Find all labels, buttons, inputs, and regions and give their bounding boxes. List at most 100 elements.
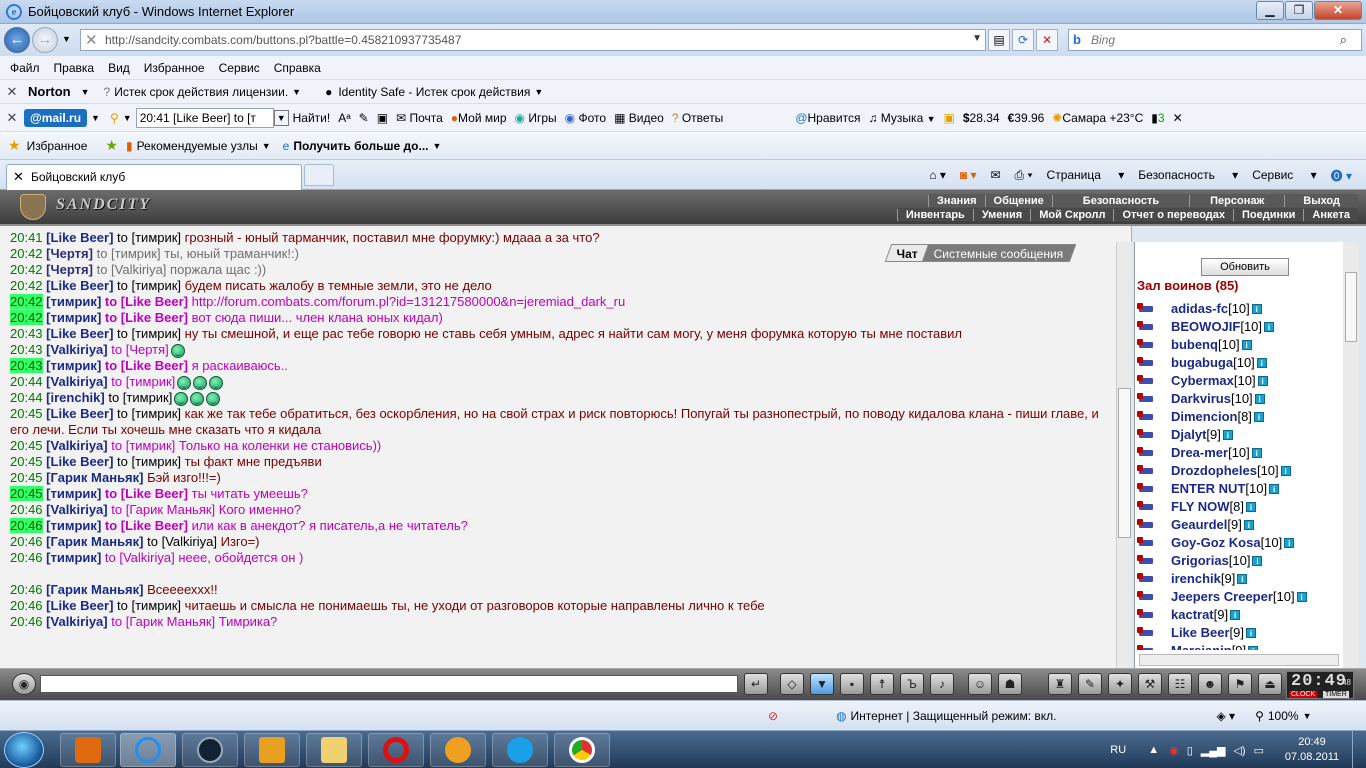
feeds-icon[interactable]: ◙ ▾ <box>960 168 977 182</box>
private-message-icon[interactable] <box>1137 410 1157 424</box>
mailru-logo[interactable]: @mail.ru <box>24 108 88 127</box>
menu-view[interactable]: Вид <box>108 61 130 75</box>
message-nick[interactable]: [Like Beer] <box>46 406 113 421</box>
user-info-icon[interactable]: i <box>1264 322 1275 332</box>
user-name[interactable]: BEOWOJIF <box>1171 318 1240 336</box>
myworld-link[interactable]: ●Мой мир <box>451 111 507 125</box>
user-info-icon[interactable]: i <box>1251 304 1262 314</box>
power-icon[interactable]: ▭ <box>1254 744 1264 757</box>
message-recipient[interactable]: to [тимрик] <box>108 390 172 405</box>
message-nick[interactable]: [тимрик] <box>46 358 101 373</box>
close-toolbar-icon[interactable]: ✕ <box>0 84 24 100</box>
user-info-icon[interactable]: i <box>1246 628 1257 638</box>
user-info-icon[interactable]: i <box>1241 340 1252 350</box>
user-info-icon[interactable]: i <box>1230 610 1241 620</box>
user-info-icon[interactable]: i <box>1237 574 1248 584</box>
mailru-dropdown-icon[interactable]: ▼ <box>91 113 100 123</box>
close-mailbar-right-icon[interactable]: ✕ <box>1173 111 1183 125</box>
private-message-icon[interactable] <box>1137 302 1157 316</box>
identity-dropdown-icon[interactable]: ▼ <box>534 87 543 97</box>
message-nick[interactable]: [Valkiriya] <box>46 342 107 357</box>
menu-edit[interactable]: Правка <box>54 61 95 75</box>
print-icon[interactable]: ⎙ ▾ <box>1015 168 1033 183</box>
user-info-icon[interactable]: i <box>1254 394 1265 404</box>
scroll-icon[interactable]: ✎ <box>1078 673 1102 695</box>
clock-label[interactable]: CLOCK <box>1289 691 1318 698</box>
private-message-icon[interactable] <box>1137 464 1157 478</box>
private-message-icon[interactable] <box>1137 554 1157 568</box>
show-desktop-button[interactable] <box>1352 731 1366 768</box>
menu-help[interactable]: Справка <box>274 61 321 75</box>
message-recipient[interactable]: to [тимрик] <box>97 246 161 261</box>
message-recipient[interactable]: to [тимрик] <box>117 406 181 421</box>
group-icon[interactable]: ☷ <box>1168 673 1192 695</box>
nav-character[interactable]: Персонаж <box>1189 194 1284 207</box>
message-nick[interactable]: [тимрик] <box>46 518 101 533</box>
nav-communication[interactable]: Общение <box>984 194 1052 207</box>
exit-game-icon[interactable]: ⏏ <box>1258 673 1282 695</box>
new-tab-button[interactable] <box>304 164 334 186</box>
user-info-icon[interactable]: i <box>1243 520 1254 530</box>
message-recipient[interactable]: to [Гарик Маньяк] <box>111 614 215 629</box>
message-recipient[interactable]: to [тимрик] <box>117 454 181 469</box>
user-name[interactable]: Jeepers Creeper <box>1171 588 1273 606</box>
photo-link[interactable]: ◉ Фото <box>565 111 606 125</box>
user-info-icon[interactable]: i <box>1284 538 1295 548</box>
identity-safe-message[interactable]: Identity Safe - Истек срок действия <box>338 85 530 99</box>
message-time[interactable]: 20:41 <box>10 230 43 245</box>
message-time[interactable]: 20:43 <box>10 358 43 373</box>
suggested-dropdown-icon[interactable]: ▼ <box>262 141 271 151</box>
user-scroll-thumb[interactable] <box>1345 272 1357 342</box>
taskbar-opera[interactable] <box>368 733 424 767</box>
user-name[interactable]: Djalyt <box>1171 426 1206 444</box>
private-message-icon[interactable] <box>1137 374 1157 388</box>
nav-exit[interactable]: Выход <box>1284 194 1358 207</box>
private-message-icon[interactable] <box>1137 536 1157 550</box>
private-message-icon[interactable] <box>1137 590 1157 604</box>
message-nick[interactable]: [тимрик] <box>46 294 101 309</box>
message-recipient[interactable]: to [тимрик] <box>117 230 181 245</box>
user-name[interactable]: kactrat <box>1171 606 1214 624</box>
user-list-hscroll[interactable] <box>1139 654 1339 666</box>
address-dropdown-icon[interactable]: ▼ <box>972 33 982 44</box>
user-name[interactable]: bugabuga <box>1171 354 1233 372</box>
tools-menu[interactable]: Сервис ▾ <box>1252 168 1316 182</box>
user-info-icon[interactable]: i <box>1251 448 1262 458</box>
private-message-icon[interactable] <box>1137 446 1157 460</box>
network-icon[interactable]: ▂▄▆ <box>1201 744 1226 757</box>
private-message-icon[interactable] <box>1137 392 1157 406</box>
user-name[interactable]: Drea-mer <box>1171 444 1228 462</box>
menu-tools[interactable]: Сервис <box>219 61 260 75</box>
message-nick[interactable]: [Гарик Маньяк] <box>46 534 143 549</box>
usd-rate[interactable]: $28.34 <box>963 111 1000 125</box>
menu-favorites[interactable]: Избранное <box>144 61 205 75</box>
message-nick[interactable]: [Like Beer] <box>46 278 113 293</box>
message-recipient[interactable]: to [тимрик] <box>117 326 181 341</box>
minimize-button[interactable]: ▁ <box>1256 1 1284 20</box>
send-message-icon[interactable]: ↵ <box>744 673 768 695</box>
highlight-icon[interactable]: ✎ <box>359 111 369 125</box>
message-time[interactable]: 20:46 <box>10 550 43 565</box>
message-recipient[interactable]: to [Чертя] <box>111 342 169 357</box>
taskbar-explorer[interactable] <box>306 733 362 767</box>
close-window-button[interactable]: ✕ <box>1314 1 1362 20</box>
refresh-button[interactable]: Обновить <box>1201 258 1289 276</box>
norton-dropdown-icon[interactable]: ▼ <box>81 87 90 97</box>
user-name[interactable]: FLY NOW <box>1171 498 1230 516</box>
chat-scrollbar[interactable] <box>1116 242 1132 668</box>
helmet-icon[interactable]: ☗ <box>998 673 1022 695</box>
font-size-icon[interactable]: Aᵃ <box>338 111 350 125</box>
mailru-search-input[interactable]: 20:41 [Like Beer] to [т <box>135 107 274 128</box>
magic-icon[interactable]: ✦ <box>1108 673 1132 695</box>
message-nick[interactable]: [Valkiriya] <box>46 438 107 453</box>
nav-my-scroll[interactable]: Мой Скролл <box>1030 208 1113 221</box>
private-message-icon[interactable] <box>1137 428 1157 442</box>
private-message-icon[interactable] <box>1137 338 1157 352</box>
video-link[interactable]: ▦ Видео <box>614 111 664 125</box>
message-recipient[interactable]: to [Like Beer] <box>105 518 188 533</box>
save-chat-icon[interactable]: ▪ <box>840 673 864 695</box>
language-indicator[interactable]: RU <box>1110 744 1126 756</box>
message-recipient[interactable]: to [тимрик] <box>111 374 175 389</box>
message-time[interactable]: 20:46 <box>10 534 43 549</box>
message-nick[interactable]: [irenchik] <box>46 390 105 405</box>
